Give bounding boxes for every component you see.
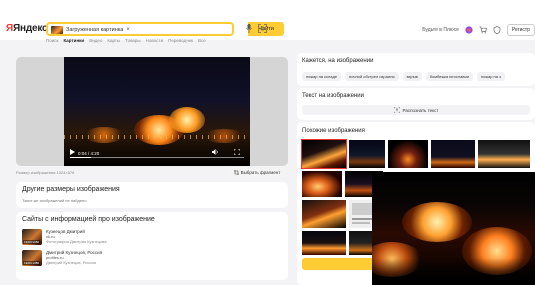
search-nav-tabs: Поиск Картинки Видео Карты Товары Новост…: [46, 38, 206, 43]
similar-image-thumb[interactable]: [478, 140, 530, 168]
sites-card: Сайты с информацией про изображение 1920…: [16, 212, 288, 280]
microphone-icon[interactable]: [246, 24, 252, 33]
site-description: Дмитрий Кузнецов, Россия: [46, 260, 96, 265]
other-sizes-card: Другие размеры изображения Таких же изоб…: [16, 182, 288, 208]
fullscreen-icon[interactable]: [234, 149, 240, 155]
seems-card: Кажется, на изображении пожар на складе …: [297, 53, 535, 86]
recognize-text-button[interactable]: Распознать текст: [302, 105, 530, 115]
sites-title: Сайты с информацией про изображение: [22, 216, 155, 223]
tag-chip[interactable]: бомбежка югославии: [425, 72, 473, 81]
left-column: 0:04 / 4:20 Размер изображения 1024×576 …: [12, 50, 290, 280]
volume-icon[interactable]: [212, 149, 219, 155]
site-item[interactable]: 1920×1080 Дмитрий Кузнецов, Россия profi…: [22, 250, 222, 268]
video-progress-fill: [70, 157, 91, 158]
top-bar: ЯЯндекс Загруженная картинка × Найти Пои…: [0, 0, 535, 43]
tab-search[interactable]: Поиск: [46, 38, 58, 43]
yandex-logo[interactable]: ЯЯндекс: [6, 23, 48, 34]
plus-link[interactable]: Будьте в Плюсе: [422, 27, 459, 33]
tag-chip[interactable]: пожар на з: [476, 72, 505, 81]
similar-image-thumb[interactable]: [302, 171, 342, 197]
tab-video[interactable]: Видео: [89, 38, 102, 43]
shield-icon[interactable]: [493, 26, 501, 34]
tag-chip[interactable]: ночной обстрел израиля: [345, 72, 399, 81]
site-description: Фотографии Дмитрия Кузнецова: [46, 239, 107, 244]
text-scan-icon: [393, 107, 400, 113]
crop-icon: [233, 169, 239, 175]
play-icon[interactable]: [70, 149, 75, 155]
image-size-info: Размер изображения 1024×576: [16, 170, 75, 175]
similar-image-thumb[interactable]: [349, 140, 385, 168]
chip-close-icon[interactable]: ×: [126, 27, 130, 33]
select-fragment-button[interactable]: Выбрать фрагмент: [228, 167, 286, 177]
show-more-button[interactable]: [302, 258, 374, 270]
site-thumbnail[interactable]: 1920×1080: [22, 229, 42, 245]
search-box[interactable]: Загруженная картинка × Найти: [46, 22, 284, 36]
tag-chip[interactable]: пожар на складе: [302, 72, 342, 81]
video-player[interactable]: 0:04 / 4:20: [16, 57, 288, 166]
seems-title: Кажется, на изображении: [302, 58, 374, 64]
tag-chip[interactable]: взрыв: [402, 72, 422, 81]
similar-title: Похожие изображения: [302, 128, 365, 134]
tab-maps[interactable]: Карты: [107, 38, 120, 43]
select-fragment-label: Выбрать фрагмент: [240, 169, 281, 175]
video-time: 0:04 / 4:20: [78, 151, 100, 156]
similar-image-thumb[interactable]: [388, 140, 428, 168]
other-sizes-title: Другие размеры изображения: [22, 186, 120, 193]
uploaded-image-chip[interactable]: Загруженная картинка ×: [51, 25, 130, 34]
other-sizes-subtitle: Таких же изображений не найдено: [22, 198, 87, 203]
tab-images[interactable]: Картинки: [63, 38, 84, 43]
login-button[interactable]: Регистр: [506, 24, 535, 36]
similar-image-thumb[interactable]: [431, 140, 475, 168]
similar-image-thumb[interactable]: [349, 231, 373, 255]
site-thumbnail[interactable]: 1920×1080: [22, 250, 42, 266]
recognize-text-label: Распознать текст: [402, 107, 439, 113]
uploaded-image-thumbnail: [51, 25, 63, 34]
tab-all[interactable]: Все: [198, 38, 206, 43]
tab-products[interactable]: Товары: [125, 38, 140, 43]
similar-image-thumb[interactable]: [302, 200, 346, 228]
header-right: Будьте в Плюсе Регистр: [422, 24, 535, 36]
chip-label: Загруженная картинка: [66, 26, 124, 33]
plus-icon[interactable]: [465, 26, 473, 34]
text-on-image-title: Текст на изображении: [302, 93, 364, 99]
text-on-image-card: Текст на изображении Распознать текст: [297, 88, 535, 120]
seems-tags: пожар на складе ночной обстрел израиля в…: [302, 72, 505, 81]
cart-icon[interactable]: [479, 26, 487, 34]
site-item[interactable]: 1920×1080 Кузнецов Дмитрий vk.ru Фотогра…: [22, 229, 222, 247]
image-hover-preview[interactable]: [372, 172, 535, 285]
tab-news[interactable]: Новости: [146, 38, 163, 43]
similar-image-thumb[interactable]: [302, 231, 346, 255]
image-search-icon[interactable]: [258, 24, 267, 33]
video-frame[interactable]: 0:04 / 4:20: [64, 57, 250, 166]
video-progress-bar[interactable]: [70, 157, 244, 158]
tab-translate[interactable]: Переводчик: [168, 38, 193, 43]
similar-image-thumb[interactable]: [301, 139, 347, 169]
